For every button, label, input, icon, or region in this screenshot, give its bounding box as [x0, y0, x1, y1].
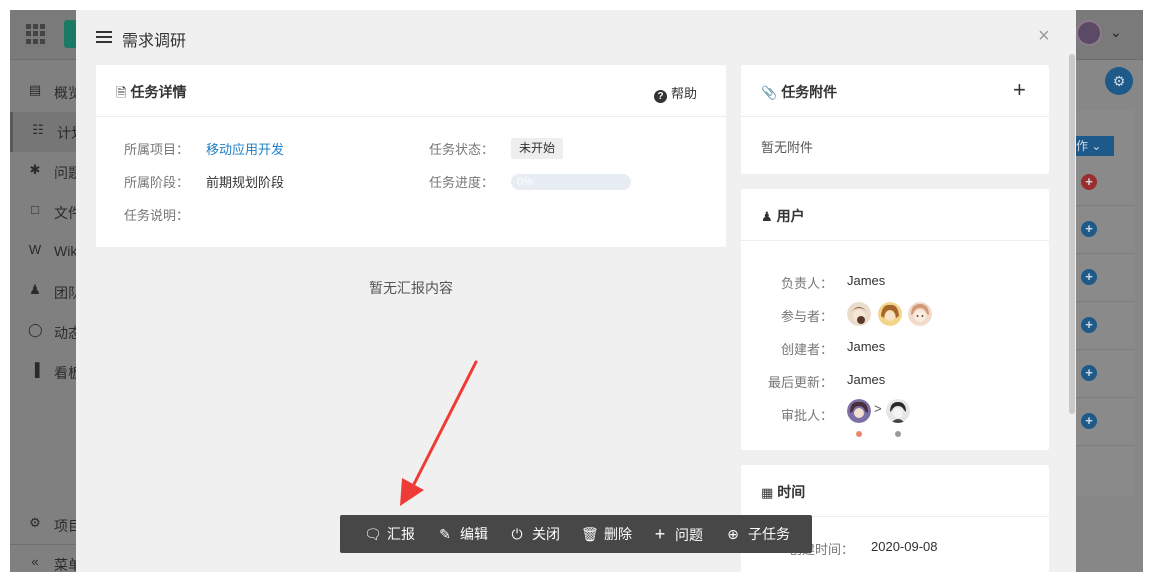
- annotation-arrow: [400, 360, 478, 506]
